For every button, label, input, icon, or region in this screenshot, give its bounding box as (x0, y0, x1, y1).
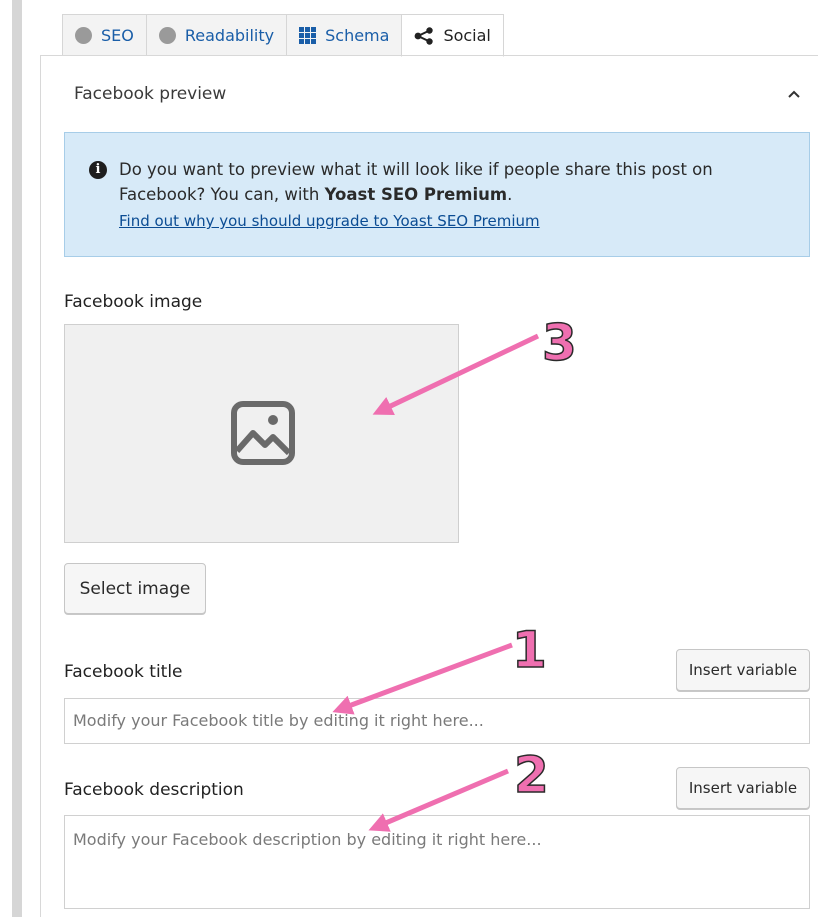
annotation-number-2: 2 (513, 746, 549, 804)
insert-variable-description-button[interactable]: Insert variable (676, 767, 810, 809)
gray-dot-icon (75, 26, 92, 44)
annotation-number-1: 1 (511, 621, 547, 679)
upgrade-link[interactable]: Find out why you should upgrade to Yoast… (119, 209, 540, 234)
tab-seo[interactable]: SEO (62, 14, 147, 56)
facebook-title-label: Facebook title (64, 662, 183, 682)
tab-readability[interactable]: Readability (145, 14, 288, 56)
tab-label: Social (443, 26, 491, 45)
select-image-button[interactable]: Select image (64, 563, 206, 614)
info-suffix: . (507, 185, 513, 204)
tab-label: Readability (184, 25, 275, 45)
tab-bar: SEO Readability Schema Social (62, 14, 504, 57)
share-icon (415, 26, 434, 45)
tab-label: Schema (325, 25, 390, 45)
facebook-image-placeholder[interactable] (64, 324, 459, 543)
facebook-title-input[interactable]: Modify your Facebook title by editing it… (64, 698, 810, 744)
tab-schema[interactable]: Schema (286, 14, 403, 56)
left-rail (12, 0, 22, 917)
insert-variable-title-button[interactable]: Insert variable (676, 649, 810, 691)
gray-dot-icon (158, 26, 176, 44)
annotation-number-3: 3 (541, 314, 577, 372)
image-icon (231, 401, 295, 465)
tab-label: SEO (101, 25, 134, 45)
facebook-description-label: Facebook description (64, 780, 244, 800)
info-bold: Yoast SEO Premium (324, 185, 508, 204)
tab-social[interactable]: Social (401, 14, 504, 57)
info-icon: i (89, 161, 107, 179)
facebook-image-label: Facebook image (64, 292, 203, 312)
chevron-up-icon[interactable] (788, 88, 800, 100)
facebook-description-input[interactable]: Modify your Facebook description by edit… (64, 815, 810, 909)
grid-icon (299, 26, 317, 44)
facebook-preview-title[interactable]: Facebook preview (74, 84, 226, 104)
premium-info-box: i Do you want to preview what it will lo… (64, 132, 810, 257)
